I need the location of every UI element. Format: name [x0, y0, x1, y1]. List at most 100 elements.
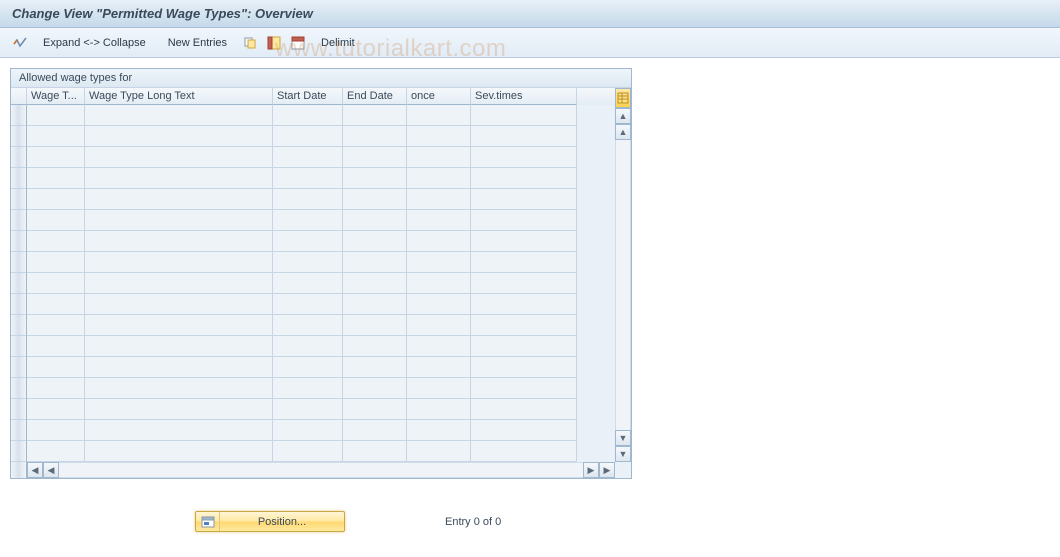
row-selector[interactable] [11, 378, 27, 399]
cell[interactable] [273, 399, 343, 420]
cell[interactable] [471, 147, 577, 168]
cell[interactable] [273, 147, 343, 168]
cell[interactable] [273, 315, 343, 336]
cell[interactable] [343, 336, 407, 357]
scroll-track[interactable] [615, 140, 631, 430]
cell[interactable] [471, 168, 577, 189]
cell[interactable] [27, 315, 85, 336]
cell[interactable] [471, 126, 577, 147]
cell[interactable] [273, 441, 343, 462]
cell[interactable] [471, 189, 577, 210]
col-header-sev-times[interactable]: Sev.times [471, 88, 577, 105]
position-button[interactable]: Position... [195, 511, 345, 532]
cell[interactable] [471, 273, 577, 294]
cell[interactable] [85, 189, 273, 210]
select-all-icon[interactable] [264, 33, 284, 53]
cell[interactable] [273, 378, 343, 399]
cell[interactable] [27, 336, 85, 357]
cell[interactable] [27, 294, 85, 315]
row-selector[interactable] [11, 336, 27, 357]
cell[interactable] [85, 378, 273, 399]
cell[interactable] [343, 294, 407, 315]
cell[interactable] [343, 357, 407, 378]
cell[interactable] [407, 168, 471, 189]
scroll-right-icon-2[interactable]: ▶ [599, 462, 615, 478]
cell[interactable] [471, 294, 577, 315]
h-scroll-track[interactable] [59, 462, 583, 478]
expand-collapse-button[interactable]: Expand <-> Collapse [34, 33, 155, 53]
cell[interactable] [27, 420, 85, 441]
cell[interactable] [27, 126, 85, 147]
cell[interactable] [471, 420, 577, 441]
cell[interactable] [85, 105, 273, 126]
cell[interactable] [471, 315, 577, 336]
cell[interactable] [407, 126, 471, 147]
cell[interactable] [85, 168, 273, 189]
cell[interactable] [273, 189, 343, 210]
cell[interactable] [471, 399, 577, 420]
scroll-left-icon[interactable]: ◀ [27, 462, 43, 478]
cell[interactable] [343, 105, 407, 126]
cell[interactable] [85, 210, 273, 231]
cell[interactable] [85, 357, 273, 378]
cell[interactable] [471, 210, 577, 231]
cell[interactable] [407, 441, 471, 462]
cell[interactable] [407, 336, 471, 357]
cell[interactable] [273, 420, 343, 441]
cell[interactable] [85, 231, 273, 252]
row-selector[interactable] [11, 399, 27, 420]
cell[interactable] [407, 420, 471, 441]
cell[interactable] [27, 378, 85, 399]
toggle-display-icon[interactable] [10, 33, 30, 53]
row-selector[interactable] [11, 294, 27, 315]
row-selector[interactable] [11, 105, 27, 126]
row-selector[interactable] [11, 168, 27, 189]
delimit-button[interactable]: Delimit [312, 33, 364, 53]
cell[interactable] [27, 399, 85, 420]
row-selector[interactable] [11, 210, 27, 231]
cell[interactable] [407, 357, 471, 378]
cell[interactable] [407, 189, 471, 210]
cell[interactable] [273, 336, 343, 357]
scroll-down-icon-2[interactable]: ▼ [615, 446, 631, 462]
cell[interactable] [471, 378, 577, 399]
cell[interactable] [471, 441, 577, 462]
scroll-right-icon[interactable]: ▶ [583, 462, 599, 478]
cell[interactable] [471, 231, 577, 252]
cell[interactable] [407, 210, 471, 231]
cell[interactable] [85, 399, 273, 420]
row-selector[interactable] [11, 315, 27, 336]
cell[interactable] [85, 252, 273, 273]
scroll-up-icon-2[interactable]: ▲ [615, 124, 631, 140]
cell[interactable] [27, 357, 85, 378]
row-selector[interactable] [11, 231, 27, 252]
cell[interactable] [273, 126, 343, 147]
cell[interactable] [85, 336, 273, 357]
cell[interactable] [85, 420, 273, 441]
cell[interactable] [27, 189, 85, 210]
cell[interactable] [407, 105, 471, 126]
cell[interactable] [273, 273, 343, 294]
cell[interactable] [343, 252, 407, 273]
table-config-icon[interactable] [615, 88, 631, 108]
cell[interactable] [407, 273, 471, 294]
row-selector[interactable] [11, 420, 27, 441]
row-selector[interactable] [11, 441, 27, 462]
cell[interactable] [27, 168, 85, 189]
cell[interactable] [407, 252, 471, 273]
cell[interactable] [343, 231, 407, 252]
cell[interactable] [85, 273, 273, 294]
cell[interactable] [27, 441, 85, 462]
copy-icon[interactable] [240, 33, 260, 53]
scroll-down-icon[interactable]: ▼ [615, 430, 631, 446]
cell[interactable] [343, 168, 407, 189]
cell[interactable] [27, 231, 85, 252]
cell[interactable] [343, 126, 407, 147]
cell[interactable] [273, 105, 343, 126]
cell[interactable] [273, 252, 343, 273]
cell[interactable] [471, 252, 577, 273]
cell[interactable] [27, 273, 85, 294]
scroll-left-icon-2[interactable]: ◀ [43, 462, 59, 478]
cell[interactable] [343, 147, 407, 168]
row-selector[interactable] [11, 126, 27, 147]
